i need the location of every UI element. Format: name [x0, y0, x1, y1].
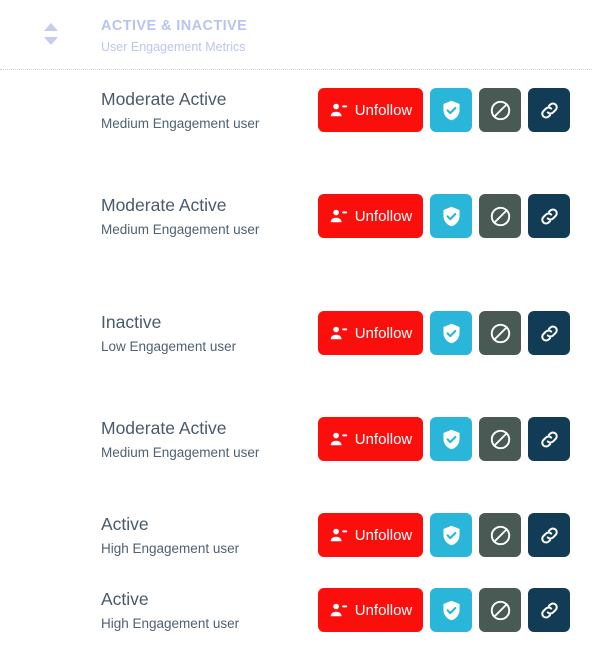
user-row-labels: Active High Engagement user — [101, 588, 311, 634]
unfollow-button-label: Unfollow — [354, 430, 413, 448]
verify-button[interactable] — [430, 194, 472, 238]
ban-circle-icon — [489, 205, 512, 228]
user-row-1: Moderate Active Medium Engagement user U… — [0, 88, 592, 152]
row-action-group: Unfollow — [318, 88, 570, 132]
user-row-labels: Active High Engagement user — [101, 513, 311, 559]
unfollow-button[interactable]: Unfollow — [318, 311, 423, 355]
chain-link-icon — [539, 100, 560, 121]
engagement-label: Medium Engagement user — [101, 116, 260, 131]
unfollow-button-label: Unfollow — [354, 324, 413, 342]
page-subtitle: User Engagement Metrics — [101, 40, 246, 54]
user-row-4: Moderate Active Medium Engagement user U… — [0, 417, 592, 481]
person-minus-icon — [329, 101, 348, 120]
ban-circle-icon — [489, 599, 512, 622]
copy-link-button[interactable] — [528, 588, 570, 632]
block-button[interactable] — [479, 311, 521, 355]
unfollow-button[interactable]: Unfollow — [318, 513, 423, 557]
row-action-group: Unfollow — [318, 417, 570, 461]
user-row-labels: Inactive Low Engagement user — [101, 311, 311, 357]
verify-button[interactable] — [430, 311, 472, 355]
user-row-2: Moderate Active Medium Engagement user U… — [0, 194, 592, 258]
person-minus-icon — [329, 601, 348, 620]
block-button[interactable] — [479, 417, 521, 461]
status-label: Active — [101, 514, 149, 534]
ban-circle-icon — [489, 322, 512, 345]
engagement-label: High Engagement user — [101, 541, 240, 556]
ban-circle-icon — [489, 428, 512, 451]
unfollow-button-label: Unfollow — [354, 601, 413, 619]
shield-check-icon — [440, 205, 463, 228]
row-action-group: Unfollow — [318, 194, 570, 238]
status-label: Moderate Active — [101, 195, 227, 215]
user-row-3: Inactive Low Engagement user Unfollow — [0, 311, 592, 375]
user-row-6: Active High Engagement user Unfollow — [0, 588, 592, 652]
shield-check-icon — [440, 599, 463, 622]
unfollow-button-label: Unfollow — [354, 526, 413, 544]
chain-link-icon — [539, 429, 560, 450]
unfollow-button-label: Unfollow — [354, 207, 413, 225]
status-label: Inactive — [101, 312, 162, 332]
shield-check-icon — [440, 428, 463, 451]
user-row-5: Active High Engagement user Unfollow — [0, 513, 592, 577]
user-row-labels: Moderate Active Medium Engagement user — [101, 417, 311, 463]
person-minus-icon — [329, 526, 348, 545]
chain-link-icon — [539, 600, 560, 621]
copy-link-button[interactable] — [528, 194, 570, 238]
copy-link-button[interactable] — [528, 417, 570, 461]
engagement-label: Medium Engagement user — [101, 445, 260, 460]
engagement-label: High Engagement user — [101, 616, 240, 631]
block-button[interactable] — [479, 194, 521, 238]
row-action-group: Unfollow — [318, 588, 570, 632]
copy-link-button[interactable] — [528, 88, 570, 132]
chain-link-icon — [539, 206, 560, 227]
panel-header: ACTIVE & INACTIVE User Engagement Metric… — [0, 0, 592, 70]
person-minus-icon — [329, 430, 348, 449]
verify-button[interactable] — [430, 417, 472, 461]
unfollow-button[interactable]: Unfollow — [318, 194, 423, 238]
verify-button[interactable] — [430, 588, 472, 632]
status-label: Active — [101, 589, 149, 609]
unfollow-button[interactable]: Unfollow — [318, 417, 423, 461]
block-button[interactable] — [479, 88, 521, 132]
chain-link-icon — [539, 525, 560, 546]
copy-link-button[interactable] — [528, 513, 570, 557]
chain-link-icon — [539, 323, 560, 344]
unfollow-button[interactable]: Unfollow — [318, 88, 423, 132]
row-action-group: Unfollow — [318, 311, 570, 355]
user-list: Moderate Active Medium Engagement user U… — [0, 70, 592, 665]
shield-check-icon — [440, 99, 463, 122]
copy-link-button[interactable] — [528, 311, 570, 355]
shield-check-icon — [440, 524, 463, 547]
verify-button[interactable] — [430, 88, 472, 132]
person-minus-icon — [329, 207, 348, 226]
user-row-labels: Moderate Active Medium Engagement user — [101, 194, 311, 240]
unfollow-button-label: Unfollow — [354, 101, 413, 119]
status-label: Moderate Active — [101, 418, 227, 438]
user-row-labels: Moderate Active Medium Engagement user — [101, 88, 311, 134]
header-text-group: ACTIVE & INACTIVE User Engagement Metric… — [101, 17, 247, 56]
ban-circle-icon — [489, 524, 512, 547]
shield-check-icon — [440, 322, 463, 345]
sort-updown-icon[interactable] — [41, 21, 61, 47]
person-minus-icon — [329, 324, 348, 343]
status-label: Moderate Active — [101, 89, 227, 109]
block-button[interactable] — [479, 513, 521, 557]
engagement-label: Medium Engagement user — [101, 222, 260, 237]
engagement-label: Low Engagement user — [101, 339, 237, 354]
row-action-group: Unfollow — [318, 513, 570, 557]
page-title: ACTIVE & INACTIVE — [101, 18, 248, 34]
ban-circle-icon — [489, 99, 512, 122]
verify-button[interactable] — [430, 513, 472, 557]
block-button[interactable] — [479, 588, 521, 632]
unfollow-button[interactable]: Unfollow — [318, 588, 423, 632]
